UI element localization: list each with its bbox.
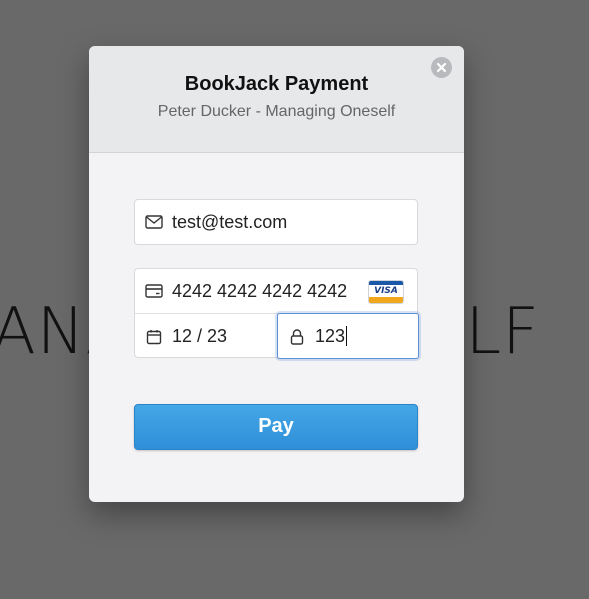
close-button[interactable] [431, 57, 452, 78]
expiry-value: 12 / 23 [172, 326, 228, 346]
envelope-icon [144, 212, 164, 232]
modal-title: BookJack Payment [184, 73, 369, 95]
cvc-value: 123 [315, 325, 346, 346]
pay-button[interactable]: Pay [134, 404, 418, 450]
card-details-group: 4242 4242 4242 4242 VISA 12 / 23 123 [134, 268, 419, 359]
credit-card-icon [144, 281, 164, 301]
expiry-field[interactable]: 12 / 23 [135, 314, 278, 359]
cvc-field[interactable]: 123 [277, 313, 419, 359]
close-icon [436, 62, 447, 73]
card-number-field[interactable]: 4242 4242 4242 4242 VISA [135, 269, 417, 314]
payment-modal: BookJack Payment Peter Ducker - Managing… [89, 46, 464, 502]
email-field[interactable]: test@test.com [134, 199, 418, 245]
text-caret [346, 326, 348, 346]
card-number-value: 4242 4242 4242 4242 [172, 280, 348, 301]
lock-icon [287, 326, 307, 346]
visa-icon: VISA [368, 280, 404, 304]
modal-subtitle: Peter Ducker - Managing Oneself [157, 103, 396, 120]
calendar-icon [144, 327, 164, 347]
modal-header: BookJack Payment Peter Ducker - Managing… [89, 46, 464, 153]
card-brand-label: VISA [374, 286, 398, 296]
email-value: test@test.com [172, 211, 288, 232]
